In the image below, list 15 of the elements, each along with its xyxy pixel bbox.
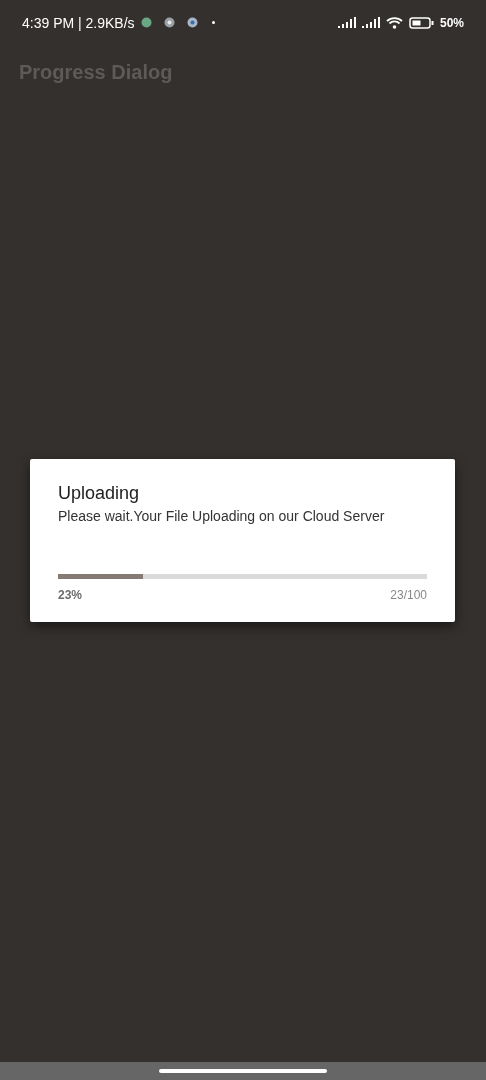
battery-icon: [408, 16, 434, 29]
dot-icon: [211, 21, 215, 24]
home-indicator[interactable]: [159, 1069, 327, 1073]
notification-icon: [140, 17, 152, 28]
progress-count: 23/100: [390, 588, 427, 602]
dialog-message: Please wait.Your File Uploading on our Cloud Server: [58, 508, 386, 524]
status-time: 4:39 PM | 2.9KB/s: [22, 14, 135, 31]
battery-percent: 50%: [439, 15, 464, 30]
dialog-title: Uploading: [58, 483, 141, 504]
signal-icon: [337, 17, 356, 28]
signal-icon: [361, 17, 380, 28]
progress-percent: 23%: [58, 588, 83, 602]
notification-icon: [163, 17, 175, 28]
notification-icon: [186, 17, 198, 28]
wifi-icon: [385, 16, 403, 29]
